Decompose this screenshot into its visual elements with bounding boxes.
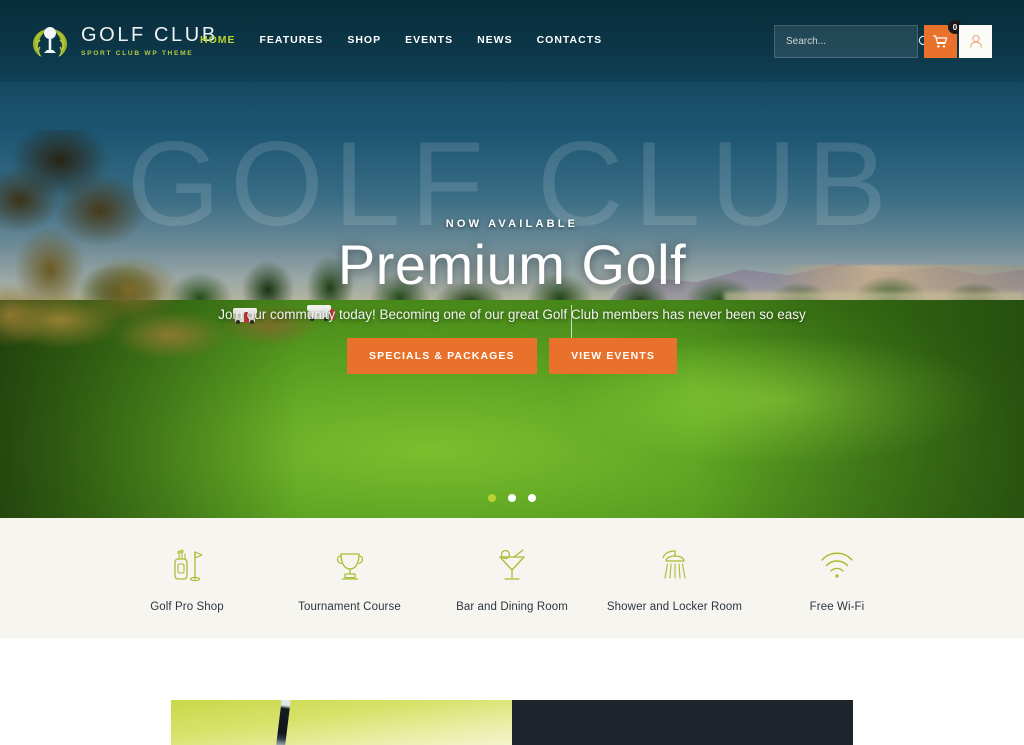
logo-subtitle: SPORT CLUB WP THEME xyxy=(81,50,194,57)
nav-item-home[interactable]: HOME xyxy=(200,34,236,46)
hero-subtitle: Join our community today! Becoming one o… xyxy=(218,306,806,322)
slider-dot-3[interactable] xyxy=(528,493,537,502)
specials-packages-button[interactable]: SPECIALS & PACKAGES xyxy=(347,338,537,374)
nav-item-news[interactable]: NEWS xyxy=(477,34,513,46)
promo-block xyxy=(171,700,853,745)
lower-section xyxy=(0,638,1024,745)
nav-item-shop[interactable]: SHOP xyxy=(347,34,381,46)
feature-tournament-course[interactable]: Tournament Course xyxy=(269,543,431,613)
feature-free-wifi[interactable]: Free Wi-Fi xyxy=(756,543,918,613)
shower-head-icon xyxy=(594,543,756,587)
feature-shower-locker[interactable]: Shower and Locker Room xyxy=(594,543,756,613)
promo-dark-panel xyxy=(512,700,853,745)
search-box xyxy=(774,25,931,58)
logo-title: GOLF CLUB xyxy=(81,24,218,46)
feature-bar-dining[interactable]: Bar and Dining Room xyxy=(431,543,593,613)
page-root: GOLF CLUB NOW AVAILABLE Premium Golf Joi… xyxy=(0,0,1024,745)
slider-dot-2[interactable] xyxy=(508,493,516,502)
account-button[interactable] xyxy=(959,25,992,58)
nav-item-events[interactable]: EVENTS xyxy=(405,34,453,46)
hero-cta-group: SPECIALS & PACKAGES VIEW EVENTS xyxy=(0,338,1024,374)
feature-label: Shower and Locker Room xyxy=(606,601,743,613)
feature-golf-pro-shop[interactable]: Golf Pro Shop xyxy=(106,543,268,613)
slider-dot-1[interactable] xyxy=(487,493,496,502)
hero-copy: NOW AVAILABLE Premium Golf Join our comm… xyxy=(0,218,1024,326)
features-row: Golf Pro Shop Tournament Course Bar and … xyxy=(106,543,918,613)
site-header: GOLF CLUB SPORT CLUB WP THEME HOME FEATU… xyxy=(0,0,1024,82)
cocktail-glass-icon xyxy=(431,543,593,587)
search-input[interactable] xyxy=(775,36,918,47)
features-band: Golf Pro Shop Tournament Course Bar and … xyxy=(0,518,1024,638)
main-nav: HOME FEATURES SHOP EVENTS NEWS CONTACTS xyxy=(200,34,602,46)
golf-bag-icon xyxy=(106,543,268,587)
feature-label: Golf Pro Shop xyxy=(150,601,224,613)
trophy-icon xyxy=(269,543,431,587)
feature-label: Free Wi-Fi xyxy=(809,601,865,613)
feature-label: Bar and Dining Room xyxy=(456,601,568,613)
cart-button[interactable]: 0 xyxy=(924,20,962,58)
view-events-button[interactable]: VIEW EVENTS xyxy=(549,338,677,374)
wifi-icon xyxy=(756,543,918,587)
site-logo[interactable]: GOLF CLUB SPORT CLUB WP THEME xyxy=(28,20,218,62)
golf-club-head xyxy=(275,700,292,745)
golf-tee-laurel-wreath-icon xyxy=(28,20,72,62)
hero-eyebrow: NOW AVAILABLE xyxy=(445,218,579,230)
slider-dots xyxy=(0,489,1024,507)
user-account-icon xyxy=(969,34,982,48)
nav-item-contacts[interactable]: CONTACTS xyxy=(537,34,603,46)
logo-text: GOLF CLUB SPORT CLUB WP THEME xyxy=(81,25,218,57)
feature-label: Tournament Course xyxy=(298,601,401,613)
hero-title: Premium Golf xyxy=(337,233,687,296)
nav-item-features[interactable]: FEATURES xyxy=(260,34,324,46)
grass-shadow-right xyxy=(694,300,1024,518)
golf-club-photo xyxy=(171,700,512,745)
